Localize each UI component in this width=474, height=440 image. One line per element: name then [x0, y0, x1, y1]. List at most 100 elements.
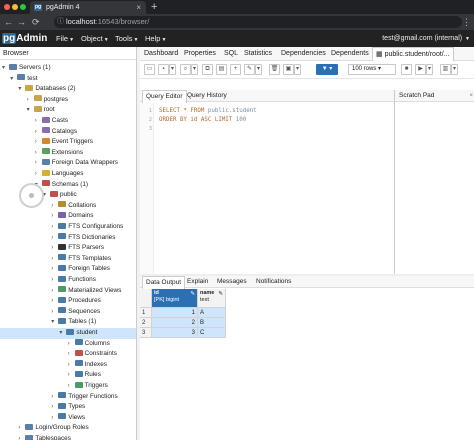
tree-node[interactable]: ▾ public	[43, 190, 77, 201]
tree-node[interactable]: › Materialized Views	[51, 286, 121, 297]
tree-node[interactable]: › Foreign Data Wrappers	[35, 158, 118, 169]
chevron-right-icon[interactable]: ›	[27, 95, 34, 106]
row-number[interactable]: 2	[140, 318, 152, 328]
user-menu[interactable]: test@gmail.com (internal) ▼	[382, 30, 470, 48]
edit-icon[interactable]: ✎	[244, 64, 255, 75]
chevron-right-icon[interactable]: ›	[18, 423, 25, 434]
chevron-right-icon[interactable]: ›	[51, 392, 58, 403]
execute-dropdown-icon[interactable]: ▾	[426, 64, 433, 75]
chevron-right-icon[interactable]: ›	[51, 402, 58, 413]
tree-node[interactable]: › Triggers	[68, 381, 108, 392]
tree-node[interactable]: › Types	[51, 402, 85, 413]
chevron-right-icon[interactable]: ›	[51, 233, 58, 244]
chevron-right-icon[interactable]: ›	[51, 286, 58, 297]
tree-node[interactable]: ▾Schemas (1)	[35, 180, 88, 191]
tab-dependencies[interactable]: Dependencies	[281, 47, 326, 61]
filter-button[interactable]: ▼ ▾	[316, 64, 338, 75]
chevron-right-icon[interactable]: ›	[18, 434, 25, 440]
tree-node[interactable]: ▾ Databases (2)	[18, 84, 76, 95]
tree-node[interactable]: › FTS Templates	[51, 254, 111, 265]
save-data-icon[interactable]: ▣	[283, 64, 294, 75]
new-tab-button[interactable]: +	[151, 0, 157, 14]
cell-id[interactable]: 1	[152, 308, 198, 318]
chevron-right-icon[interactable]: ›	[68, 370, 75, 381]
add-row-icon[interactable]: +	[230, 64, 241, 75]
chevron-right-icon[interactable]: ›	[51, 222, 58, 233]
tree-node[interactable]: › Login/Group Roles	[18, 423, 89, 434]
chevron-right-icon[interactable]: ›	[35, 127, 42, 138]
forward-icon[interactable]: →	[17, 16, 26, 28]
column-header-name[interactable]: name text ✎	[198, 289, 226, 308]
chevron-right-icon[interactable]: ›	[51, 275, 58, 286]
cell-name[interactable]: C	[198, 328, 226, 338]
chevron-right-icon[interactable]: ›	[51, 201, 58, 212]
tree-node[interactable]: › Casts	[35, 116, 68, 127]
chevron-right-icon[interactable]: ›	[51, 413, 58, 424]
chevron-right-icon[interactable]: ›	[51, 264, 58, 275]
paste-icon[interactable]: ▤	[216, 64, 227, 75]
tab-explain[interactable]: Explain	[187, 276, 208, 288]
tree-node[interactable]: › postgres	[27, 95, 68, 106]
tree-node[interactable]: › Columns	[68, 339, 110, 350]
chevron-down-icon[interactable]: ▾	[18, 84, 25, 95]
browser-menu-icon[interactable]: ⋮	[462, 16, 471, 28]
find-dropdown-icon[interactable]: ▾	[191, 64, 198, 75]
scratch-pad[interactable]: Scratch Pad ×	[394, 90, 474, 274]
execute-icon[interactable]: ▶	[415, 64, 426, 75]
cell-name[interactable]: A	[198, 308, 226, 318]
chevron-down-icon[interactable]: ▾	[2, 63, 9, 74]
chevron-right-icon[interactable]: ›	[35, 158, 42, 169]
chevron-right-icon[interactable]: ›	[51, 307, 58, 318]
tree-node[interactable]: › Trigger Functions	[51, 392, 118, 403]
chevron-right-icon[interactable]: ›	[35, 148, 42, 159]
tree-node[interactable]: › Catalogs	[35, 127, 77, 138]
chevron-down-icon[interactable]: ▾	[59, 328, 66, 339]
save-data-dropdown-icon[interactable]: ▾	[294, 64, 301, 75]
chevron-right-icon[interactable]: ›	[68, 381, 75, 392]
tree-node[interactable]: › Foreign Tables	[51, 264, 110, 275]
tree-node[interactable]: ▾ root	[27, 105, 55, 116]
window-zoom-dot[interactable]	[20, 4, 26, 10]
chevron-right-icon[interactable]: ›	[51, 243, 58, 254]
chevron-right-icon[interactable]: ›	[35, 137, 42, 148]
close-icon[interactable]: ×	[469, 90, 473, 102]
rows-limit-select[interactable]: 100 rows ▾	[348, 64, 396, 75]
tab-query-tool[interactable]: ▦ public.student/root/...	[372, 47, 454, 62]
tab-dependents[interactable]: Dependents	[331, 47, 369, 61]
chevron-right-icon[interactable]: ›	[68, 349, 75, 360]
tree-node[interactable]: › Domains	[51, 211, 93, 222]
tree-node[interactable]: › Collations	[51, 201, 96, 212]
chevron-right-icon[interactable]: ›	[35, 169, 42, 180]
tree-node[interactable]: › Extensions	[35, 148, 83, 159]
chevron-down-icon[interactable]: ▾	[10, 74, 17, 85]
explain-icon[interactable]: ▥	[440, 64, 451, 75]
tree-node[interactable]: › Event Triggers	[35, 137, 93, 148]
chevron-down-icon[interactable]: ▾	[51, 317, 58, 328]
explain-dropdown-icon[interactable]: ▾	[451, 64, 458, 75]
column-header-id[interactable]: id [PK] bigint ✎	[152, 289, 198, 308]
chevron-down-icon[interactable]: ▾	[27, 105, 34, 116]
tree-node[interactable]: › Rules	[68, 370, 101, 381]
tab-sql[interactable]: SQL	[224, 47, 238, 61]
row-number[interactable]: 1	[140, 308, 152, 318]
tree-node[interactable]: ▾ Tables (1)	[51, 317, 96, 328]
chevron-right-icon[interactable]: ›	[51, 296, 58, 307]
cell-id[interactable]: 2	[152, 318, 198, 328]
tree-node[interactable]: › Procedures	[51, 296, 101, 307]
tree-node[interactable]: › Functions	[51, 275, 96, 286]
row-number[interactable]: 3	[140, 328, 152, 338]
window-close-dot[interactable]	[4, 4, 10, 10]
chevron-down-icon[interactable]: ▾	[43, 190, 50, 201]
tree-node[interactable]: ▾ Servers (1)	[2, 63, 51, 74]
tree-node[interactable]: › Indexes	[68, 360, 107, 371]
cell-id[interactable]: 3	[152, 328, 198, 338]
find-icon[interactable]: ⌕	[180, 64, 191, 75]
tab-statistics[interactable]: Statistics	[244, 47, 272, 61]
tree-node[interactable]: › Sequences	[51, 307, 100, 318]
chevron-right-icon[interactable]: ›	[68, 339, 75, 350]
tree-node[interactable]: › Constraints	[68, 349, 117, 360]
chevron-right-icon[interactable]: ›	[68, 360, 75, 371]
cell-name[interactable]: B	[198, 318, 226, 328]
save-icon[interactable]: ▪	[158, 64, 169, 75]
tab-query-history[interactable]: Query History	[187, 90, 227, 102]
